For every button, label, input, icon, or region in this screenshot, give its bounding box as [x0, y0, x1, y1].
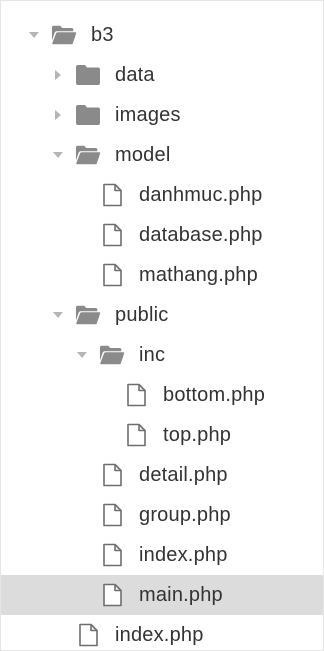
tree-item-label: data	[115, 63, 155, 86]
folder-closed-icon	[75, 102, 101, 128]
tree-file-index-php[interactable]: index.php	[1, 535, 323, 575]
file-icon	[99, 462, 125, 488]
tree-item-label: images	[115, 103, 181, 126]
tree-folder-public[interactable]: public	[1, 295, 323, 335]
folder-open-icon	[75, 142, 101, 168]
tree-item-label: top.php	[163, 423, 232, 446]
chevron-right-icon[interactable]	[47, 104, 69, 126]
tree-file-main-php[interactable]: main.php	[1, 575, 323, 615]
tree-item-label: index.php	[115, 623, 204, 646]
tree-folder-model[interactable]: model	[1, 135, 323, 175]
chevron-right-icon[interactable]	[47, 64, 69, 86]
file-icon	[99, 542, 125, 568]
tree-folder-images[interactable]: images	[1, 95, 323, 135]
tree-file-detail-php[interactable]: detail.php	[1, 455, 323, 495]
folder-open-icon	[75, 302, 101, 328]
folder-open-icon	[51, 22, 77, 48]
file-tree: b3 data images model danhmuc.php database.php…	[0, 0, 324, 651]
chevron-down-icon[interactable]	[23, 24, 45, 46]
tree-folder-inc[interactable]: inc	[1, 335, 323, 375]
tree-item-label: index.php	[139, 543, 228, 566]
tree-item-label: b3	[91, 23, 114, 46]
chevron-down-icon[interactable]	[71, 344, 93, 366]
file-icon	[99, 222, 125, 248]
tree-item-label: group.php	[139, 503, 231, 526]
tree-item-label: inc	[139, 343, 166, 366]
tree-file-index-php[interactable]: index.php	[1, 615, 323, 651]
chevron-down-icon[interactable]	[47, 144, 69, 166]
tree-file-bottom-php[interactable]: bottom.php	[1, 375, 323, 415]
tree-item-label: database.php	[139, 223, 263, 246]
tree-item-label: mathang.php	[139, 263, 258, 286]
tree-file-mathang-php[interactable]: mathang.php	[1, 255, 323, 295]
tree-file-top-php[interactable]: top.php	[1, 415, 323, 455]
file-icon	[99, 182, 125, 208]
file-icon	[99, 582, 125, 608]
tree-item-label: danhmuc.php	[139, 183, 263, 206]
tree-file-database-php[interactable]: database.php	[1, 215, 323, 255]
tree-item-label: detail.php	[139, 463, 228, 486]
tree-item-label: model	[115, 143, 171, 166]
tree-item-label: main.php	[139, 583, 223, 606]
file-icon	[75, 622, 101, 648]
file-icon	[99, 502, 125, 528]
file-icon	[123, 422, 149, 448]
chevron-down-icon[interactable]	[47, 304, 69, 326]
folder-closed-icon	[75, 62, 101, 88]
file-icon	[123, 382, 149, 408]
folder-open-icon	[99, 342, 125, 368]
tree-item-label: public	[115, 303, 169, 326]
tree-folder-data[interactable]: data	[1, 55, 323, 95]
file-icon	[99, 262, 125, 288]
tree-file-danhmuc-php[interactable]: danhmuc.php	[1, 175, 323, 215]
tree-file-group-php[interactable]: group.php	[1, 495, 323, 535]
tree-item-label: bottom.php	[163, 383, 266, 406]
tree-folder-b3[interactable]: b3	[1, 15, 323, 55]
